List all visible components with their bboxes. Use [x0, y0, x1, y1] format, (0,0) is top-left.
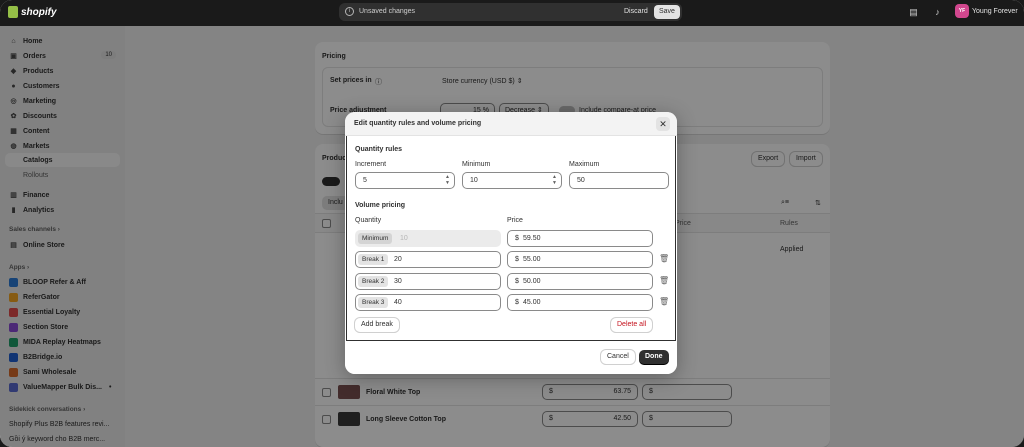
quantity-rules-heading: Quantity rules — [355, 146, 403, 153]
discard-button[interactable]: Discard — [620, 6, 652, 18]
shopify-bag-icon — [8, 6, 18, 18]
maximum-label: Maximum — [569, 161, 600, 168]
price-input[interactable]: $ 45.00 — [507, 294, 653, 311]
shopify-logo[interactable]: shopify — [8, 6, 57, 18]
break-tag: Break 2 — [358, 276, 389, 287]
stepper-icon[interactable]: ▲ ▼ — [444, 174, 451, 187]
delete-all-button[interactable]: Delete all — [611, 318, 653, 332]
break-quantity-input[interactable]: Break 1 20 — [355, 251, 501, 268]
close-icon[interactable]: ✕ — [656, 117, 670, 131]
quantity-column-header: Quantity — [355, 217, 382, 224]
price-value: 59.50 — [523, 235, 541, 242]
stepper-icon[interactable]: ▲ ▼ — [551, 174, 558, 187]
add-break-button[interactable]: Add break — [355, 318, 399, 332]
modal-header: Edit quantity rules and volume pricing ✕ — [345, 112, 677, 136]
price-value: 55.00 — [523, 256, 541, 263]
delete-icon[interactable]: 🗑 — [659, 276, 669, 286]
minimum-quantity-field: Minimum 10 — [355, 230, 501, 247]
currency-symbol: $ — [515, 235, 519, 242]
store-name[interactable]: Young Forever — [972, 8, 1018, 15]
done-button[interactable]: Done — [639, 350, 669, 364]
minimum-label: Minimum — [462, 161, 491, 168]
price-input[interactable]: $ 55.00 — [507, 251, 653, 268]
currency-symbol: $ — [515, 278, 519, 285]
unsaved-changes-bar: i Unsaved changes Discard Save — [339, 3, 682, 21]
price-value: 45.00 — [523, 299, 541, 306]
price-input[interactable]: $ 59.50 — [507, 230, 653, 247]
increment-value: 5 — [363, 177, 367, 184]
delete-icon[interactable]: 🗑 — [659, 254, 669, 264]
modal-footer: Cancel Done — [345, 341, 677, 374]
quantity-rules-modal: Edit quantity rules and volume pricing ✕… — [345, 112, 677, 374]
modal-body: Quantity rules Increment 5 ▲ ▼ Minimum 10 ▲… — [346, 136, 676, 341]
cancel-button[interactable]: Cancel — [601, 350, 635, 364]
increment-label: Increment — [355, 161, 387, 168]
increment-input[interactable]: 5 ▲ ▼ — [355, 172, 455, 189]
store-icon[interactable]: ▤ — [908, 7, 919, 18]
bell-icon[interactable]: ♪ — [932, 7, 943, 18]
price-value: 50.00 — [523, 278, 541, 285]
unsaved-text: Unsaved changes — [359, 8, 416, 15]
break-tag: Break 1 — [358, 254, 389, 265]
price-column-header: Price — [507, 217, 523, 224]
break-qty: 20 — [394, 256, 402, 263]
minimum-input[interactable]: 10 ▲ ▼ — [462, 172, 562, 189]
save-button[interactable]: Save — [654, 5, 680, 19]
minimum-value: 10 — [470, 177, 478, 184]
info-icon: i — [345, 7, 354, 16]
top-bar: shopify i Unsaved changes Discard Save ▤… — [0, 0, 1024, 26]
break-qty: 30 — [394, 278, 402, 285]
app-frame: shopify i Unsaved changes Discard Save ▤… — [0, 0, 1024, 447]
currency-symbol: $ — [515, 256, 519, 263]
volume-pricing-heading: Volume pricing — [355, 202, 406, 209]
currency-symbol: $ — [515, 299, 519, 306]
break-quantity-input[interactable]: Break 2 30 — [355, 273, 501, 290]
minimum-qty: 10 — [400, 235, 408, 242]
modal-title: Edit quantity rules and volume pricing — [354, 120, 482, 127]
maximum-value: 50 — [577, 177, 585, 184]
price-input[interactable]: $ 50.00 — [507, 273, 653, 290]
break-tag: Break 3 — [358, 297, 389, 308]
break-quantity-input[interactable]: Break 3 40 — [355, 294, 501, 311]
break-qty: 40 — [394, 299, 402, 306]
brand-name: shopify — [21, 6, 57, 18]
minimum-tag: Minimum — [358, 233, 393, 244]
maximum-input[interactable]: 50 — [569, 172, 669, 189]
avatar[interactable]: YF — [955, 4, 969, 18]
delete-icon[interactable]: 🗑 — [659, 297, 669, 307]
